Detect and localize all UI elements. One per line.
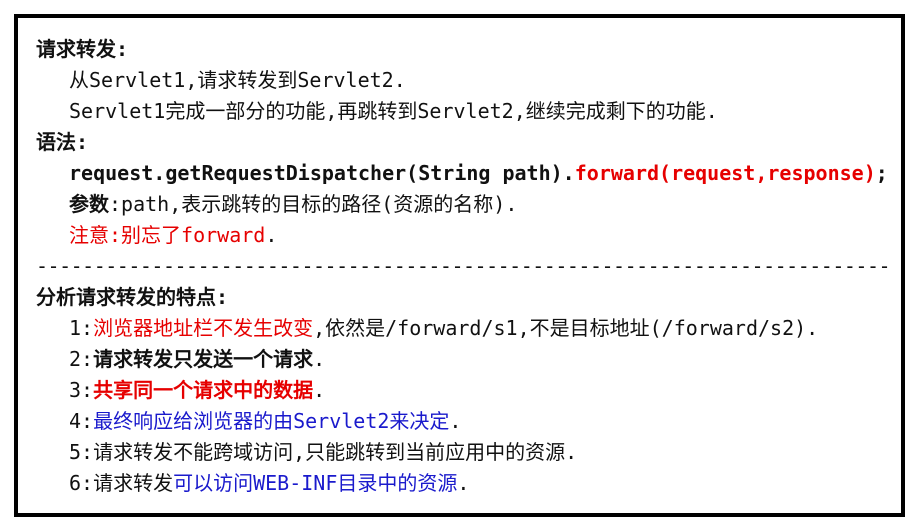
note-line: 注意:别忘了forward.: [36, 220, 893, 251]
feature-item-3: 3:共享同一个请求中的数据.: [36, 375, 893, 406]
note-suffix: .: [265, 223, 278, 247]
forward-description-2: Servlet1完成一部分的功能,再跳转到Servlet2,继续完成剩下的功能.: [69, 99, 718, 123]
feature-rest: .: [457, 471, 470, 495]
param-line: 参数:path,表示跳转的目标的路径(资源的名称).: [36, 189, 893, 220]
feature-item-6: 6:请求转发可以访问WEB-INF目录中的资源.: [36, 468, 893, 499]
param-label: 参数: [69, 192, 109, 216]
section-heading-forward: 请求转发:: [36, 37, 129, 61]
section-heading-syntax: 语法:: [36, 130, 89, 154]
feature-highlight: 可以访问WEB-INF目录中的资源: [173, 471, 458, 495]
feature-highlight: 请求转发只发送一个请求: [93, 347, 314, 371]
feature-rest: .: [449, 409, 462, 433]
section-heading-features: 分析请求转发的特点:: [36, 285, 229, 309]
feature-num: 5:: [69, 440, 94, 464]
feature-prefix: 请求转发: [93, 471, 174, 495]
feature-num: 3:: [69, 378, 94, 402]
syntax-prefix: request.getRequestDispatcher(String path…: [69, 161, 575, 185]
feature-num: 4:: [69, 409, 94, 433]
syntax-suffix: ;: [875, 161, 888, 185]
feature-item-5: 5:请求转发不能跨域访问,只能跳转到当前应用中的资源.: [36, 437, 893, 468]
note-text: 注意:别忘了forward: [69, 223, 266, 247]
syntax-line: request.getRequestDispatcher(String path…: [36, 158, 893, 189]
syntax-forward: forward(request,response): [574, 161, 876, 185]
feature-text: 请求转发不能跨域访问,只能跳转到当前应用中的资源.: [93, 440, 578, 464]
feature-highlight: 共享同一个请求中的数据: [93, 378, 314, 402]
feature-num: 1:: [69, 316, 94, 340]
feature-rest: .: [313, 378, 326, 402]
feature-num: 6:: [69, 471, 94, 495]
feature-highlight: 浏览器地址栏不发生改变: [93, 316, 314, 340]
forward-description-1: 从Servlet1,请求转发到Servlet2.: [69, 68, 406, 92]
feature-item-4: 4:最终响应给浏览器的由Servlet2来决定.: [36, 406, 893, 437]
note-frame: 请求转发: 从Servlet1,请求转发到Servlet2. Servlet1完…: [14, 14, 905, 517]
feature-rest: .: [313, 347, 326, 371]
feature-highlight: 最终响应给浏览器的由Servlet2来决定: [93, 409, 450, 433]
feature-item-1: 1:浏览器地址栏不发生改变,依然是/forward/s1,不是目标地址(/for…: [36, 313, 893, 344]
dashed-divider: ----------------------------------------…: [36, 254, 893, 278]
feature-rest: ,依然是/forward/s1,不是目标地址(/forward/s2).: [313, 316, 819, 340]
feature-item-2: 2:请求转发只发送一个请求.: [36, 344, 893, 375]
note-content: 请求转发: 从Servlet1,请求转发到Servlet2. Servlet1完…: [36, 34, 893, 499]
param-text: :path,表示跳转的目标的路径(资源的名称).: [109, 192, 518, 216]
feature-num: 2:: [69, 347, 94, 371]
